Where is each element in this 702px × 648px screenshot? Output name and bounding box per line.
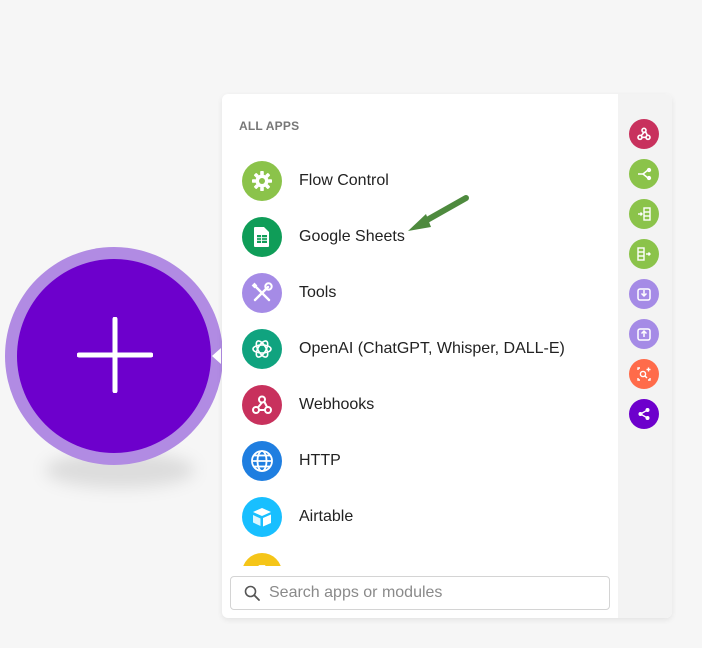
iterator-icon [638, 207, 651, 221]
sidebar-iterator-button[interactable] [629, 199, 659, 229]
module-sidebar [618, 94, 672, 618]
app-label: Tools [299, 284, 337, 301]
sidebar-webhooks-button[interactable] [629, 119, 659, 149]
spreadsheet-icon [242, 217, 282, 257]
globe-icon [242, 441, 282, 481]
app-label: HTTP [299, 452, 341, 469]
annotation-arrow-icon [408, 195, 469, 231]
aggregator-icon [637, 247, 651, 261]
app-item-tools[interactable]: Tools [222, 268, 617, 324]
app-label: Google Sheets [299, 228, 405, 245]
app-label: Airtable [299, 508, 354, 525]
google-drive-icon [242, 553, 282, 566]
plus-icon [77, 317, 153, 393]
app-item-partial[interactable] [222, 548, 617, 566]
webhook-icon [637, 127, 651, 141]
search-input[interactable] [267, 581, 601, 605]
airtable-icon [242, 497, 282, 537]
sidebar-share-button[interactable] [629, 399, 659, 429]
sidebar-export-button[interactable] [629, 319, 659, 349]
app-label: Webhooks [299, 396, 375, 413]
sidebar-import-button[interactable] [629, 279, 659, 309]
export-icon [637, 328, 651, 341]
import-icon [637, 288, 651, 301]
add-module-button[interactable] [5, 247, 223, 488]
router-icon [638, 167, 652, 181]
sidebar-router-button[interactable] [629, 159, 659, 189]
app-item-openai[interactable]: OpenAI (ChatGPT, Whisper, DALL-E) [222, 324, 617, 380]
sidebar-aggregator-button[interactable] [629, 239, 659, 269]
search-icon [244, 585, 260, 601]
app-item-webhooks[interactable]: Webhooks [222, 380, 617, 436]
webhook-icon [242, 385, 282, 425]
app-picker-panel: ALL APPS Flow Control Google Sheets Tool… [222, 94, 672, 618]
app-item-http[interactable]: HTTP [222, 436, 617, 492]
gear-icon [242, 161, 282, 201]
share-icon [638, 408, 650, 420]
panel-title: ALL APPS [239, 119, 300, 133]
app-label: OpenAI (ChatGPT, Whisper, DALL-E) [299, 340, 565, 357]
app-item-airtable[interactable]: Airtable [222, 492, 617, 548]
openai-icon [242, 329, 282, 369]
wrench-screwdriver-icon [242, 273, 282, 313]
search-box[interactable] [230, 576, 610, 610]
app-label: Flow Control [299, 172, 389, 189]
panel-pointer [212, 348, 221, 364]
search-plus-icon [637, 367, 651, 381]
sidebar-search-button[interactable] [629, 359, 659, 389]
